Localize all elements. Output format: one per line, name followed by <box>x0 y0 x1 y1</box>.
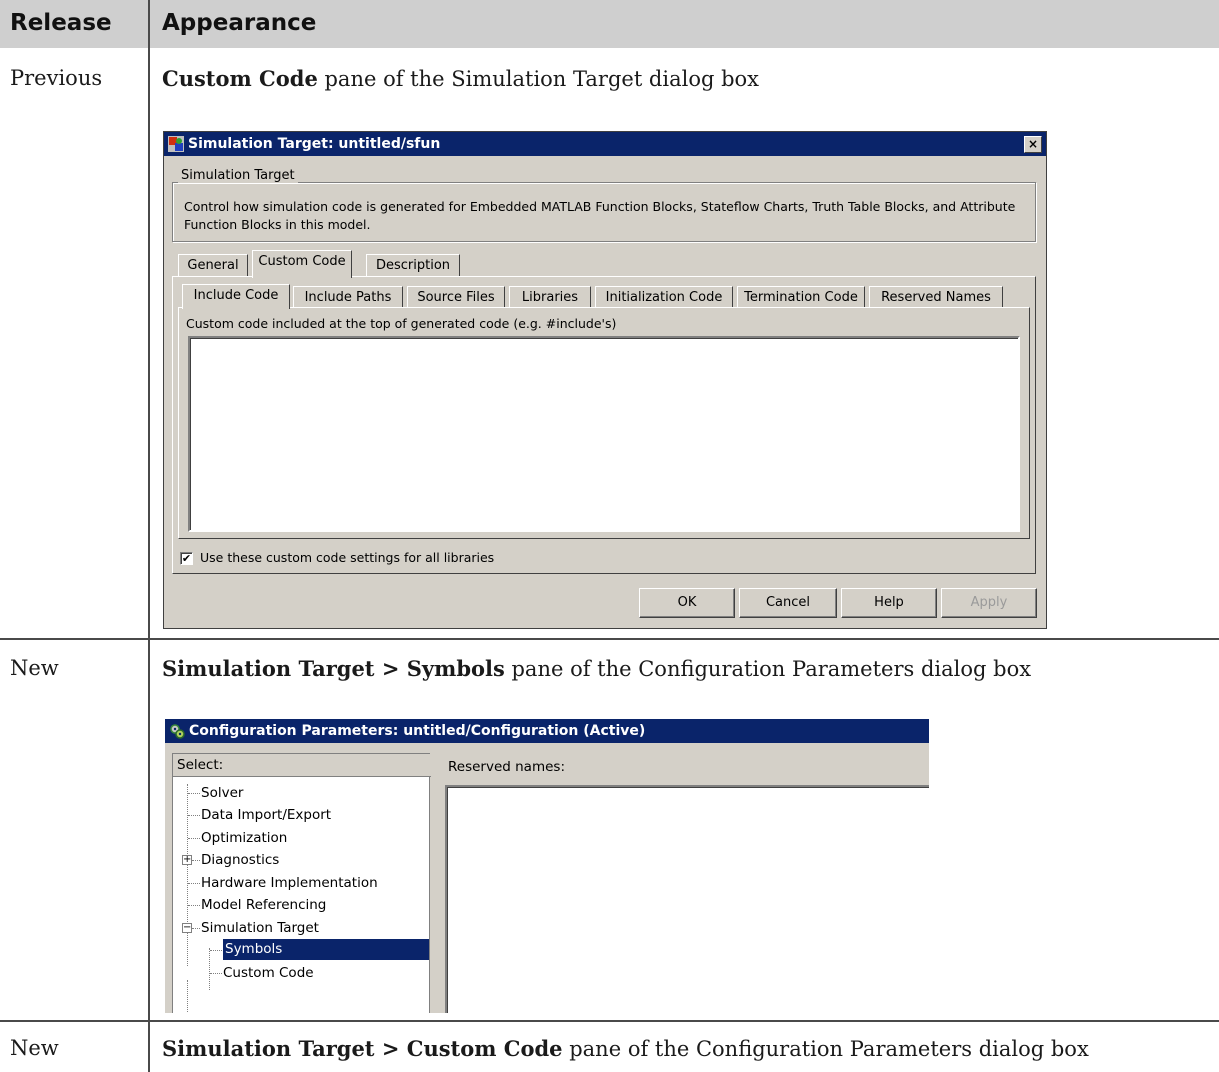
tree-item-custom-code[interactable]: Custom Code <box>223 962 314 984</box>
tree-connector <box>188 815 200 816</box>
all-libraries-checkbox[interactable]: ✔ <box>180 552 193 565</box>
subtab-source-files[interactable]: Source Files <box>407 286 505 309</box>
row-release: New <box>10 1036 59 1060</box>
gear-icon <box>170 724 185 739</box>
subtab-initialization-code[interactable]: Initialization Code <box>595 286 733 309</box>
tree-connector <box>210 950 222 951</box>
group-description: Control how simulation code is generated… <box>184 199 1016 232</box>
row-appearance: Simulation Target > Custom Code pane of … <box>162 1033 1202 1065</box>
help-button[interactable]: Help <box>841 588 937 618</box>
appearance-text: pane of the Simulation Target dialog box <box>317 67 760 91</box>
tree-connector <box>209 948 210 990</box>
reserved-names-label: Reserved names: <box>448 759 565 775</box>
tree-item-diagnostics[interactable]: Diagnostics <box>201 849 279 871</box>
subtab-termination-code[interactable]: Termination Code <box>737 286 865 309</box>
subtab-include-code[interactable]: Include Code <box>182 284 290 309</box>
row-release: New <box>10 656 59 680</box>
dialog-title: Simulation Target: untitled/sfun <box>188 136 441 152</box>
dialog-titlebar: Simulation Target: untitled/sfun × <box>164 132 1046 156</box>
row-release: Previous <box>10 66 103 90</box>
appearance-text: pane of the Configuration Parameters dia… <box>504 657 1032 681</box>
tab-custom-code[interactable]: Custom Code <box>252 250 352 278</box>
expand-icon[interactable]: + <box>182 855 192 865</box>
tree-connector <box>187 980 188 1013</box>
tree-item-simulation-target[interactable]: Simulation Target <box>201 917 319 939</box>
tree-pane: Select: + − Solver Data Import/Export Op… <box>172 753 431 1013</box>
subtab-reserved-names[interactable]: Reserved Names <box>869 286 1003 309</box>
subtab-include-paths[interactable]: Include Paths <box>293 286 403 309</box>
row-appearance: Simulation Target > Symbols pane of the … <box>162 653 1031 685</box>
tree-connector <box>188 905 200 906</box>
cancel-button[interactable]: Cancel <box>739 588 837 618</box>
dialog-titlebar: Configuration Parameters: untitled/Confi… <box>165 719 929 743</box>
appearance-text: pane of the Configuration Parameters dia… <box>562 1037 1089 1061</box>
appearance-bold: Custom Code <box>162 66 318 91</box>
apply-button[interactable]: Apply <box>941 588 1037 618</box>
tab-general[interactable]: General <box>178 254 248 277</box>
row-appearance: Custom Code pane of the Simulation Targe… <box>162 63 759 95</box>
tree-item-solver[interactable]: Solver <box>201 782 243 804</box>
ok-button[interactable]: OK <box>639 588 735 618</box>
header-appearance: Appearance <box>162 10 317 36</box>
tree-connector <box>187 784 188 966</box>
row-divider <box>0 1020 1219 1022</box>
tree-item-data-import-export[interactable]: Data Import/Export <box>201 804 331 826</box>
include-code-label: Custom code included at the top of gener… <box>186 316 617 331</box>
tree-item-hardware-implementation[interactable]: Hardware Implementation <box>201 872 378 894</box>
reserved-names-textarea[interactable] <box>445 785 929 1013</box>
tree-item-model-referencing[interactable]: Model Referencing <box>201 894 326 916</box>
row-divider <box>0 638 1219 640</box>
tree-item-symbols[interactable]: Symbols <box>223 939 429 960</box>
tree-connector <box>188 793 200 794</box>
table-header: Release Appearance <box>0 0 1219 48</box>
select-header: Select: <box>173 754 431 777</box>
appearance-bold: Simulation Target > Symbols <box>162 656 505 681</box>
header-release: Release <box>10 10 112 36</box>
tree-connector <box>210 973 222 974</box>
configuration-parameters-dialog: Configuration Parameters: untitled/Confi… <box>165 719 929 1013</box>
tab-description[interactable]: Description <box>366 254 460 277</box>
tree-connector <box>192 928 200 929</box>
appearance-bold: Simulation Target > Custom Code <box>162 1036 563 1061</box>
collapse-icon[interactable]: − <box>182 923 192 933</box>
subtab-libraries[interactable]: Libraries <box>509 286 591 309</box>
column-divider <box>148 0 150 1072</box>
dialog-title: Configuration Parameters: untitled/Confi… <box>189 723 646 739</box>
tree-item-optimization[interactable]: Optimization <box>201 827 287 849</box>
tree-connector <box>188 838 200 839</box>
simulation-target-dialog: Simulation Target: untitled/sfun × Simul… <box>163 131 1047 629</box>
include-code-textarea[interactable] <box>188 336 1020 532</box>
close-button[interactable]: × <box>1024 136 1042 153</box>
tree-connector <box>188 883 200 884</box>
tree-connector <box>192 860 200 861</box>
all-libraries-label: Use these custom code settings for all l… <box>200 550 495 565</box>
group-label: Simulation Target <box>178 168 298 183</box>
stateflow-app-icon <box>168 136 184 152</box>
